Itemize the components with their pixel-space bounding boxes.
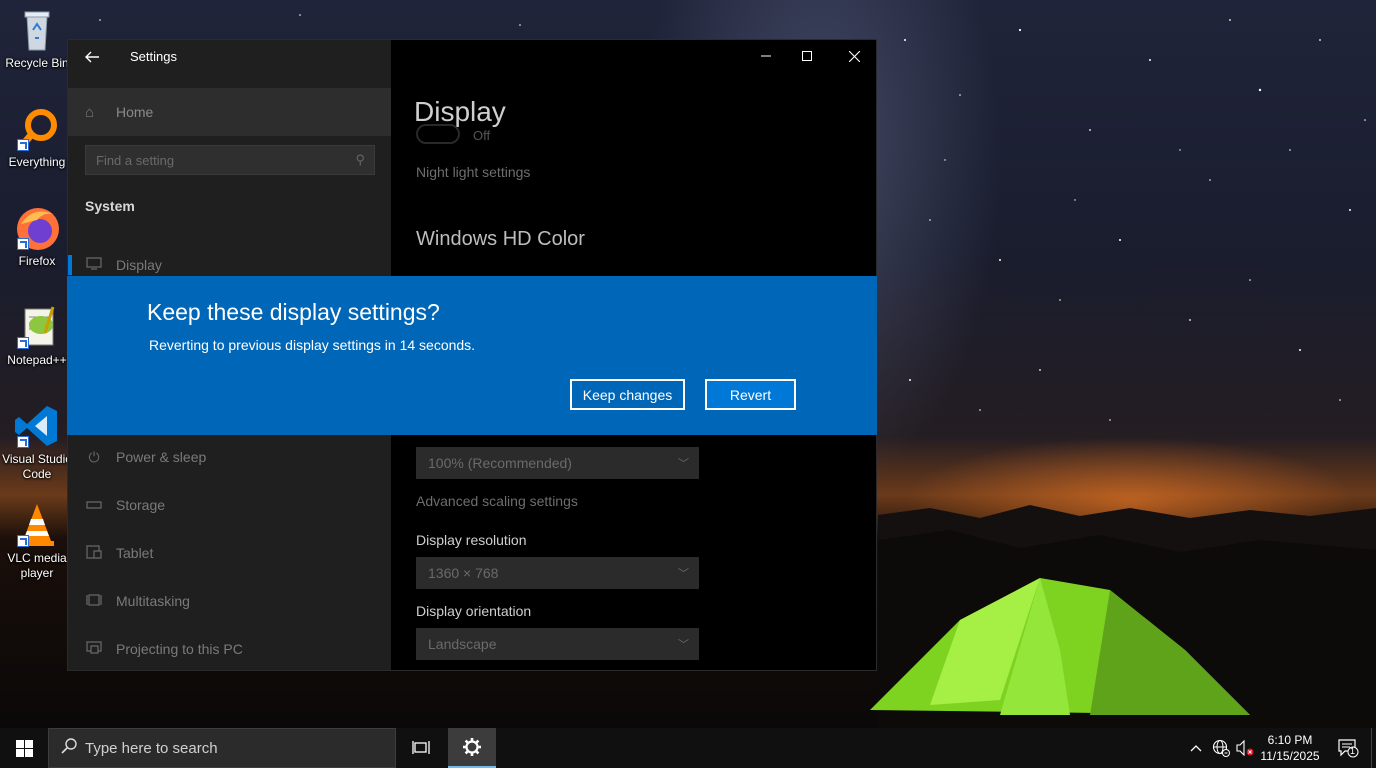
title-bar: Settings xyxy=(68,40,391,74)
taskbar-clock[interactable]: 6:10 PM 11/15/2025 xyxy=(1255,732,1325,764)
desktop-icon-label: Recycle Bin xyxy=(5,56,69,70)
maximize-icon xyxy=(802,51,812,61)
desktop-icon-vlc[interactable]: VLC media player xyxy=(0,501,74,581)
sidebar-item-label: Home xyxy=(116,104,154,120)
task-view-icon xyxy=(412,741,430,754)
back-button[interactable] xyxy=(76,42,108,72)
firefox-icon xyxy=(13,204,61,252)
everything-search-icon xyxy=(13,105,61,153)
desktop-icon-label: Everything xyxy=(8,155,66,169)
desktop-icon-recycle-bin[interactable]: Recycle Bin xyxy=(0,6,74,71)
sidebar-item-label: Power & sleep xyxy=(116,449,207,465)
orientation-value: Landscape xyxy=(428,636,497,652)
sidebar-item-tablet[interactable]: Tablet xyxy=(68,531,391,575)
power-icon: ⏻ xyxy=(88,448,100,465)
volume-tray-button[interactable] xyxy=(1234,728,1256,768)
desktop-icon-label: Notepad++ xyxy=(7,353,67,367)
sidebar-item-home[interactable]: ⌂ Home xyxy=(68,88,391,136)
notepad-plus-plus-icon xyxy=(13,303,61,351)
night-light-state: Off xyxy=(473,128,491,143)
minimize-icon xyxy=(761,55,771,57)
scale-dropdown[interactable]: 100% (Recommended) ﹀ xyxy=(416,447,699,479)
chevron-up-icon xyxy=(1190,745,1202,752)
multitasking-icon xyxy=(84,593,104,610)
task-view-button[interactable] xyxy=(399,728,443,768)
hd-color-heading: Windows HD Color xyxy=(416,228,585,250)
app-title: Settings xyxy=(130,49,177,64)
keep-display-settings-dialog: Keep these display settings? Reverting t… xyxy=(67,276,877,435)
start-button[interactable] xyxy=(0,728,48,768)
resolution-label: Display resolution xyxy=(416,532,527,548)
clock-date: 11/15/2025 xyxy=(1260,749,1320,763)
monitor-icon xyxy=(84,257,104,273)
close-button[interactable] xyxy=(831,40,876,72)
show-hidden-icons-button[interactable] xyxy=(1186,728,1206,768)
desktop-icon-label: Firefox xyxy=(18,254,56,268)
vlc-cone-icon xyxy=(13,501,61,549)
show-desktop-button[interactable] xyxy=(1371,728,1376,768)
projecting-icon xyxy=(84,640,104,658)
sidebar-item-label: Tablet xyxy=(116,545,154,561)
network-tray-button[interactable] xyxy=(1210,728,1232,768)
advanced-scaling-link[interactable]: Advanced scaling settings xyxy=(416,493,578,509)
vscode-icon xyxy=(13,402,61,450)
find-setting-input[interactable] xyxy=(86,146,346,174)
back-arrow-icon xyxy=(85,51,99,63)
taskbar: Type here to search 6:10 PM 11/15/2025 1 xyxy=(0,728,1376,768)
storage-icon xyxy=(84,497,104,513)
desktop-icon-visual-studio-code[interactable]: Visual Studio Code xyxy=(0,402,74,482)
search-icon: ⚲ xyxy=(355,152,365,167)
orientation-dropdown[interactable]: Landscape ﹀ xyxy=(416,628,699,660)
taskbar-search-placeholder: Type here to search xyxy=(85,739,218,757)
section-label-system: System xyxy=(85,198,135,214)
find-setting-search: ⚲ xyxy=(85,145,375,175)
sidebar-item-projecting[interactable]: Projecting to this PC xyxy=(68,627,391,670)
desktop-icon-firefox[interactable]: Firefox xyxy=(0,204,74,269)
network-globe-icon xyxy=(1212,739,1230,757)
sidebar-item-label: Projecting to this PC xyxy=(116,641,243,657)
night-light-toggle[interactable] xyxy=(416,124,460,144)
chevron-down-icon: ﹀ xyxy=(678,458,689,470)
close-icon xyxy=(848,50,860,62)
notification-count-badge: 1 xyxy=(1350,746,1356,756)
sidebar-item-label: Multitasking xyxy=(116,593,190,609)
chevron-down-icon: ﹀ xyxy=(678,568,689,580)
dialog-message: Reverting to previous display settings i… xyxy=(149,337,476,353)
scale-value: 100% (Recommended) xyxy=(428,455,572,471)
maximize-button[interactable] xyxy=(784,40,830,72)
minimize-button[interactable] xyxy=(743,40,789,72)
desktop-icon-label: VLC media player xyxy=(7,551,67,580)
sidebar-item-power-sleep[interactable]: ⏻ Power & sleep xyxy=(68,435,391,479)
action-center-button[interactable]: 1 xyxy=(1330,728,1366,768)
desktop-icon-everything[interactable]: Everything xyxy=(0,105,74,170)
volume-muted-icon xyxy=(1236,740,1254,756)
resolution-value: 1360 × 768 xyxy=(428,565,499,581)
revert-button[interactable]: Revert xyxy=(705,379,796,410)
orientation-label: Display orientation xyxy=(416,603,532,619)
dialog-title: Keep these display settings? xyxy=(147,299,440,325)
clock-time: 6:10 PM xyxy=(1267,733,1313,747)
keep-changes-button[interactable]: Keep changes xyxy=(570,379,685,410)
recycle-bin-icon xyxy=(13,6,61,54)
notification-icon xyxy=(1338,739,1359,758)
tablet-icon xyxy=(84,544,104,562)
desktop-icon-label: Visual Studio Code xyxy=(2,452,72,481)
resolution-dropdown[interactable]: 1360 × 768 ﹀ xyxy=(416,557,699,589)
search-icon xyxy=(61,737,77,759)
sidebar-item-storage[interactable]: Storage xyxy=(68,483,391,527)
desktop-icon-notepad-plus-plus[interactable]: Notepad++ xyxy=(0,303,74,368)
taskbar-settings-app[interactable] xyxy=(448,728,496,768)
night-light-settings-link[interactable]: Night light settings xyxy=(416,164,530,180)
windows-logo-icon xyxy=(15,739,33,757)
chevron-down-icon: ﹀ xyxy=(678,639,689,651)
taskbar-search-box[interactable]: Type here to search xyxy=(48,728,396,768)
sidebar-item-label: Display xyxy=(116,257,162,273)
home-icon: ⌂ xyxy=(85,103,95,121)
sidebar-item-multitasking[interactable]: Multitasking xyxy=(68,579,391,623)
gear-icon xyxy=(463,738,481,756)
sidebar-item-label: Storage xyxy=(116,497,166,513)
